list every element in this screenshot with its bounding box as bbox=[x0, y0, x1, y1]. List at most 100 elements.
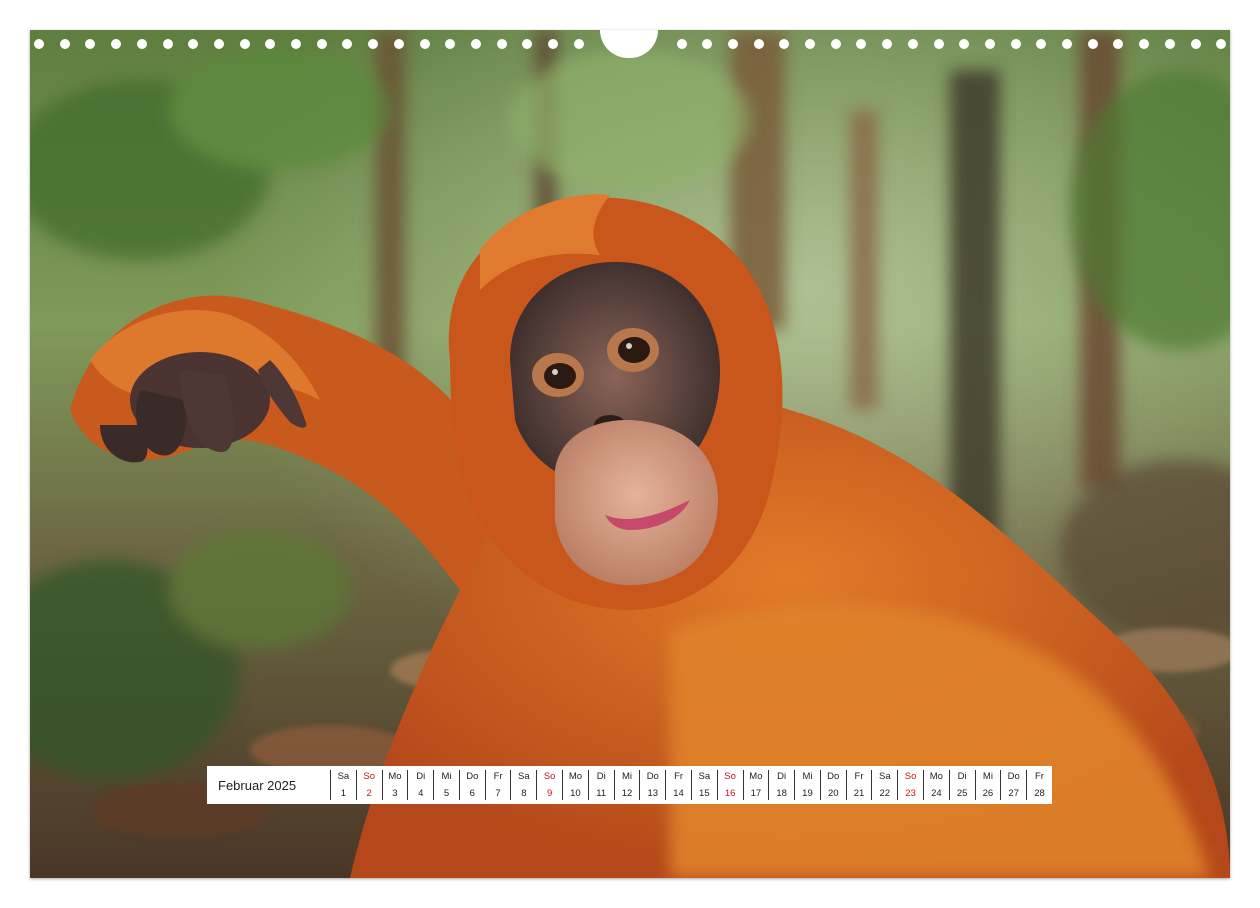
binding-hole bbox=[445, 39, 456, 49]
day-weekday: Fr bbox=[493, 771, 503, 782]
day-number: 23 bbox=[905, 788, 916, 799]
binding-hole bbox=[470, 39, 481, 49]
binding-hole bbox=[239, 39, 250, 49]
day-weekday: Mi bbox=[982, 771, 993, 782]
day-grid: Sa 1 So 2 Mo 3 Di 4 Mi 5 Do 6 Fr 7 Sa 8 So 9 Mo 10 Di 11 Mi 12 D… bbox=[330, 766, 1052, 804]
binding-hole bbox=[522, 39, 533, 49]
day-cell: Sa 22 bbox=[871, 770, 897, 800]
binding-hole bbox=[1113, 39, 1124, 49]
day-cell: Mo 17 bbox=[742, 770, 769, 800]
binding-hole bbox=[805, 39, 815, 49]
day-cell: Do 27 bbox=[1000, 770, 1026, 800]
binding-hole bbox=[1087, 39, 1098, 49]
day-number: 13 bbox=[647, 788, 659, 799]
day-weekday: So bbox=[904, 771, 917, 782]
day-number: 7 bbox=[495, 788, 501, 799]
binding-hole bbox=[779, 39, 790, 49]
day-cell: Do 13 bbox=[639, 770, 665, 800]
day-weekday: Di bbox=[596, 771, 606, 782]
day-number: 5 bbox=[443, 788, 450, 799]
day-cell: Fr 7 bbox=[484, 770, 511, 800]
month-label: Februar 2025 bbox=[218, 777, 297, 793]
binding-hole bbox=[188, 39, 199, 49]
binding-hole bbox=[111, 39, 122, 49]
day-weekday: Sa bbox=[518, 771, 530, 782]
day-weekday: Mo bbox=[568, 771, 583, 782]
day-cell: Do 20 bbox=[819, 770, 846, 800]
binding-hole bbox=[162, 39, 173, 49]
binding-hole bbox=[265, 39, 276, 49]
binding-hole bbox=[676, 39, 687, 49]
binding-hole bbox=[1190, 39, 1201, 49]
day-number: 26 bbox=[982, 788, 994, 799]
day-cell: Di 11 bbox=[587, 770, 614, 800]
day-cell: Fr 21 bbox=[845, 770, 872, 800]
day-cell: Sa 1 bbox=[330, 770, 356, 800]
binding-hole bbox=[882, 39, 893, 49]
binding-hole bbox=[959, 39, 970, 49]
day-cell: Di 18 bbox=[768, 770, 794, 800]
day-cell: Di 4 bbox=[407, 770, 433, 800]
binding-hole bbox=[1062, 39, 1072, 49]
binding-hole bbox=[136, 39, 147, 49]
day-weekday: Do bbox=[646, 771, 659, 782]
day-weekday: Do bbox=[466, 771, 479, 782]
day-weekday: Sa bbox=[337, 771, 350, 782]
day-number: 27 bbox=[1008, 788, 1019, 799]
day-cell: Sa 15 bbox=[690, 770, 717, 800]
binding-hole bbox=[702, 39, 713, 49]
day-cell: So 16 bbox=[716, 770, 743, 800]
photo-illustration bbox=[30, 30, 1230, 878]
binding-hole bbox=[856, 39, 867, 49]
day-weekday: Mo bbox=[929, 771, 943, 782]
day-number: 17 bbox=[750, 788, 762, 799]
day-weekday: So bbox=[363, 771, 375, 782]
binding-hole bbox=[34, 39, 44, 49]
day-weekday: Do bbox=[827, 771, 840, 782]
day-number: 4 bbox=[418, 788, 424, 799]
day-number: 8 bbox=[521, 788, 527, 799]
orangutan-photo bbox=[30, 30, 1230, 878]
day-cell: So 2 bbox=[355, 770, 382, 800]
day-number: 9 bbox=[546, 788, 553, 799]
day-weekday: Mi bbox=[441, 771, 452, 782]
binding-hole bbox=[1010, 39, 1021, 49]
day-number: 6 bbox=[469, 788, 475, 799]
binding-hole bbox=[907, 39, 918, 49]
binding-hole bbox=[933, 39, 944, 49]
day-number: 19 bbox=[802, 788, 813, 799]
binding-hole bbox=[213, 39, 224, 49]
day-cell: Fr 28 bbox=[1026, 770, 1052, 800]
day-cell: Di 25 bbox=[948, 770, 975, 800]
day-cell: Mo 24 bbox=[922, 770, 949, 800]
day-number: 1 bbox=[340, 788, 347, 799]
day-cell: Mi 12 bbox=[613, 770, 640, 800]
day-weekday: Sa bbox=[878, 771, 891, 782]
day-weekday: Mi bbox=[802, 771, 813, 782]
day-weekday: Mo bbox=[749, 771, 763, 782]
day-cell: So 23 bbox=[897, 770, 923, 800]
day-cell: Mo 3 bbox=[381, 770, 408, 800]
day-number: 11 bbox=[596, 788, 607, 799]
day-number: 16 bbox=[724, 788, 736, 799]
binding-hole bbox=[316, 39, 327, 49]
day-number: 25 bbox=[956, 788, 968, 799]
day-weekday: Di bbox=[416, 771, 426, 782]
day-number: 2 bbox=[366, 788, 372, 799]
day-cell: Mo 10 bbox=[562, 770, 588, 800]
binding-hole bbox=[291, 39, 301, 49]
binding-hole bbox=[59, 39, 70, 49]
day-weekday: Do bbox=[1007, 771, 1020, 782]
binding-hole bbox=[419, 39, 430, 49]
day-cell: So 9 bbox=[536, 770, 562, 800]
day-weekday: So bbox=[543, 771, 556, 782]
day-cell: Fr 14 bbox=[665, 770, 691, 800]
day-number: 15 bbox=[699, 788, 710, 799]
day-weekday: Mo bbox=[388, 771, 402, 782]
day-number: 14 bbox=[673, 788, 684, 799]
binding-hole bbox=[573, 39, 584, 49]
day-cell: Do 6 bbox=[458, 770, 485, 800]
calendar-strip: Februar 2025 Sa 1 So 2 Mo 3 Di 4 Mi 5 Do 6 Fr 7 Sa 8 So 9… bbox=[207, 766, 1052, 804]
day-number: 10 bbox=[570, 788, 581, 799]
binding-hole bbox=[1139, 39, 1150, 49]
